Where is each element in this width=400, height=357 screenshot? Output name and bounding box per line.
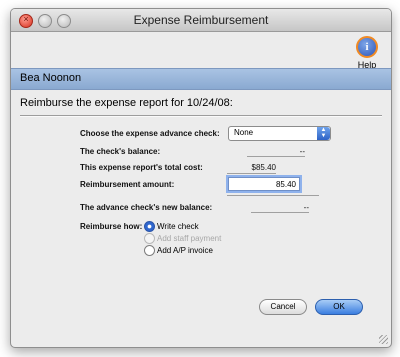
write-check-label[interactable]: Write check — [157, 222, 199, 231]
title-bar: × Expense Reimbursement — [11, 9, 391, 32]
updown-arrows-icon: ▲ ▼ — [317, 127, 330, 140]
report-total-underline — [227, 173, 276, 174]
resize-grip[interactable] — [379, 335, 388, 344]
new-balance-label: The advance check's new balance: — [80, 203, 213, 212]
add-ap-invoice-radio[interactable] — [144, 245, 155, 256]
checks-balance-label: The check's balance: — [80, 147, 161, 156]
divider — [20, 115, 382, 117]
expense-reimbursement-window: × Expense Reimbursement i Help Bea Noono… — [10, 8, 392, 348]
write-check-radio[interactable] — [144, 221, 155, 232]
checks-balance-value: -- — [299, 147, 305, 156]
ok-button[interactable]: OK — [315, 299, 363, 315]
staff-banner: Bea Noonon — [11, 68, 391, 90]
checks-balance-underline — [247, 156, 305, 157]
staff-name: Bea Noonon — [20, 72, 82, 84]
cancel-button[interactable]: Cancel — [259, 299, 307, 315]
reimbursement-amount-label: Reimbursement amount: — [80, 180, 175, 189]
help-button[interactable]: i Help — [353, 36, 381, 70]
report-total-label: This expense report's total cost: — [80, 163, 203, 172]
amount-underline — [227, 195, 319, 196]
toolbar: i Help — [11, 32, 391, 70]
reimbursement-amount-input[interactable] — [229, 178, 299, 190]
new-balance-underline — [251, 212, 309, 213]
reimburse-how-label: Reimburse how: — [80, 222, 143, 231]
advance-check-selected: None — [234, 128, 254, 137]
report-total-value: $85.40 — [251, 163, 276, 172]
new-balance-value: -- — [303, 203, 309, 212]
add-staff-payment-label[interactable]: Add staff payment — [157, 234, 221, 243]
reimburse-prompt: Reimburse the expense report for 10/24/0… — [20, 97, 233, 109]
window-title: Expense Reimbursement — [133, 13, 269, 27]
add-staff-payment-radio[interactable] — [144, 233, 155, 244]
info-icon: i — [356, 36, 378, 58]
reimbursement-amount-field[interactable] — [228, 177, 300, 191]
advance-check-label: Choose the expense advance check: — [80, 129, 220, 138]
advance-check-select[interactable]: None ▲ ▼ — [228, 126, 331, 141]
add-ap-invoice-label[interactable]: Add A/P invoice — [157, 246, 213, 255]
